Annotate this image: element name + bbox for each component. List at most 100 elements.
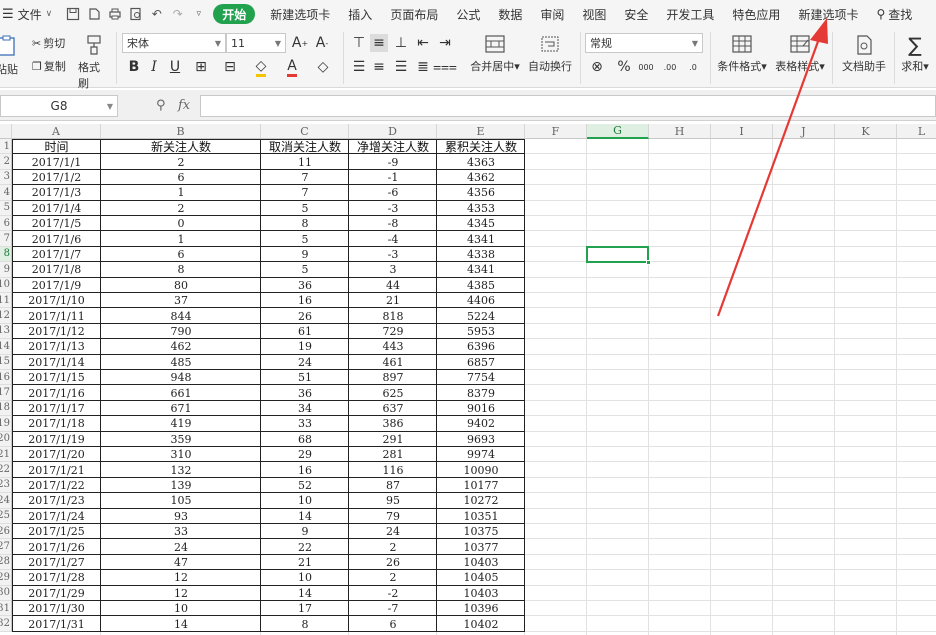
table-cell[interactable]: 9: [261, 247, 349, 262]
table-cell[interactable]: 2017/1/21: [12, 462, 101, 477]
table-cell[interactable]: 9402: [437, 416, 525, 431]
table-cell[interactable]: 2017/1/3: [12, 185, 101, 200]
column-header-g[interactable]: G: [587, 124, 649, 139]
table-cell[interactable]: 948: [101, 370, 261, 385]
table-cell[interactable]: 14: [261, 509, 349, 524]
table-cell[interactable]: 24: [261, 355, 349, 370]
table-cell[interactable]: 10402: [437, 616, 525, 631]
table-cell[interactable]: 7: [261, 170, 349, 185]
tab-page-layout[interactable]: 页面布局: [381, 0, 447, 28]
table-cell[interactable]: 10403: [437, 555, 525, 570]
table-cell[interactable]: -8: [349, 216, 437, 231]
table-cell[interactable]: 80: [101, 278, 261, 293]
table-cell[interactable]: 8: [101, 262, 261, 277]
row-header[interactable]: 23: [0, 477, 12, 494]
table-cell[interactable]: 47: [101, 555, 261, 570]
zoom-search-icon[interactable]: ⚲: [156, 98, 166, 113]
fill-pattern-icon[interactable]: ⊟: [221, 58, 239, 76]
undo-icon[interactable]: ↶: [148, 6, 165, 23]
table-cell[interactable]: 10396: [437, 601, 525, 616]
table-cell[interactable]: 10377: [437, 539, 525, 554]
align-middle-icon[interactable]: ≡: [370, 34, 388, 52]
row-header[interactable]: 31: [0, 601, 12, 617]
thousands-icon[interactable]: 000: [637, 58, 655, 76]
row-header[interactable]: 4: [0, 185, 12, 201]
row-header[interactable]: 32: [0, 616, 12, 632]
column-header-l[interactable]: L: [897, 124, 936, 139]
search-button[interactable]: ⚲ 查找: [867, 0, 921, 28]
table-cell[interactable]: 461: [349, 355, 437, 370]
table-header-cell[interactable]: 净增关注人数: [349, 139, 437, 154]
table-cell[interactable]: 729: [349, 324, 437, 339]
row-header[interactable]: 7: [0, 231, 12, 247]
row-header[interactable]: 15: [0, 354, 12, 370]
tab-view[interactable]: 视图: [573, 0, 615, 28]
table-cell[interactable]: 462: [101, 339, 261, 354]
table-cell[interactable]: -3: [349, 247, 437, 262]
table-cell[interactable]: 2017/1/2: [12, 170, 101, 185]
decrease-font-icon[interactable]: A-: [313, 34, 331, 52]
column-header-k[interactable]: K: [835, 124, 897, 139]
table-cell[interactable]: 2017/1/15: [12, 370, 101, 385]
table-cell[interactable]: 10351: [437, 509, 525, 524]
row-header[interactable]: 14: [0, 339, 12, 355]
table-cell[interactable]: 9974: [437, 447, 525, 462]
column-header-h[interactable]: H: [649, 124, 711, 139]
name-box[interactable]: G8 ▼: [0, 95, 118, 117]
table-cell[interactable]: 2017/1/12: [12, 324, 101, 339]
column-header-b[interactable]: B: [101, 124, 261, 139]
row-header[interactable]: 27: [0, 539, 12, 555]
table-cell[interactable]: 37: [101, 293, 261, 308]
table-cell[interactable]: 310: [101, 447, 261, 462]
table-cell[interactable]: 1: [101, 185, 261, 200]
table-cell[interactable]: 419: [101, 416, 261, 431]
print-preview-icon[interactable]: [127, 6, 144, 23]
table-cell[interactable]: 897: [349, 370, 437, 385]
table-cell[interactable]: 36: [261, 385, 349, 400]
table-cell[interactable]: 2017/1/22: [12, 478, 101, 493]
row-header[interactable]: 25: [0, 508, 12, 524]
table-cell[interactable]: 2017/1/20: [12, 447, 101, 462]
table-cell[interactable]: 2: [101, 201, 261, 216]
tab-security[interactable]: 安全: [615, 0, 657, 28]
row-header[interactable]: 19: [0, 416, 12, 432]
table-cell[interactable]: 4406: [437, 293, 525, 308]
number-format-select[interactable]: 常规 ▼: [585, 33, 703, 53]
table-cell[interactable]: 8: [261, 616, 349, 631]
wrap-text-button[interactable]: 自动换行: [526, 34, 574, 74]
table-cell[interactable]: 7: [261, 185, 349, 200]
column-header-d[interactable]: D: [349, 124, 437, 139]
table-cell[interactable]: 16: [261, 293, 349, 308]
customize-toolbar-icon[interactable]: ▿: [190, 6, 207, 23]
table-cell[interactable]: 95: [349, 493, 437, 508]
table-cell[interactable]: 24: [349, 524, 437, 539]
table-cell[interactable]: 17: [261, 601, 349, 616]
table-cell[interactable]: 11: [261, 154, 349, 169]
row-header[interactable]: 9: [0, 262, 12, 278]
row-header[interactable]: 5: [0, 200, 12, 216]
align-right-icon[interactable]: ☰: [392, 58, 410, 76]
table-cell[interactable]: 5224: [437, 308, 525, 323]
underline-icon[interactable]: U: [166, 58, 184, 76]
row-header[interactable]: 8: [0, 246, 12, 263]
table-cell[interactable]: 671: [101, 401, 261, 416]
autosum-button[interactable]: ∑ 求和▾: [898, 34, 932, 74]
decrease-indent-icon[interactable]: ⇤: [414, 34, 432, 52]
table-cell[interactable]: 29: [261, 447, 349, 462]
font-size-select[interactable]: 11 ▼: [226, 33, 286, 53]
row-header[interactable]: 20: [0, 431, 12, 447]
table-cell[interactable]: 10: [261, 570, 349, 585]
table-cell[interactable]: 4363: [437, 154, 525, 169]
table-cell[interactable]: 4362: [437, 170, 525, 185]
table-cell[interactable]: 4385: [437, 278, 525, 293]
currency-icon[interactable]: ⊗: [588, 58, 606, 76]
table-cell[interactable]: 9693: [437, 432, 525, 447]
table-cell[interactable]: 21: [261, 555, 349, 570]
table-cell[interactable]: 2017/1/18: [12, 416, 101, 431]
tab-home[interactable]: 开始: [213, 4, 256, 24]
table-cell[interactable]: 8: [261, 216, 349, 231]
table-cell[interactable]: 19: [261, 339, 349, 354]
table-cell[interactable]: 4345: [437, 216, 525, 231]
table-cell[interactable]: 10375: [437, 524, 525, 539]
insert-function-icon[interactable]: fx: [178, 98, 190, 113]
